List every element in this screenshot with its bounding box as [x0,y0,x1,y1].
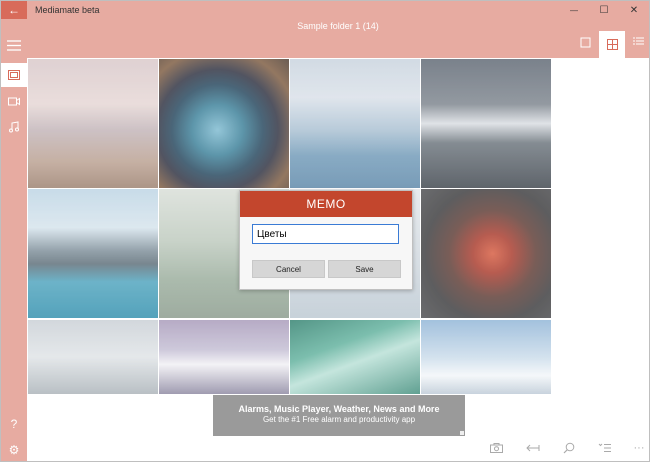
photo-tile[interactable] [421,59,551,188]
photo-tile[interactable] [159,59,289,188]
search-button[interactable] [559,438,579,458]
save-button[interactable]: Save [328,260,401,278]
page-header: Sample folder 1 (14) [27,19,649,58]
sidebar-item-photos[interactable] [1,63,27,87]
photo-tile[interactable] [421,189,551,318]
photo-tile[interactable] [290,320,420,394]
photo-tile[interactable] [421,320,551,394]
ad-banner[interactable]: Alarms, Music Player, Weather, News and … [213,395,465,436]
sidebar: ? ⚙ [1,19,27,461]
app-window: ← Mediamate beta — ☐ ✕ Sample folder 1 (… [0,0,650,462]
app-title: Mediamate beta [35,5,100,15]
minimize-button[interactable]: — [559,1,589,19]
photo-tile[interactable] [28,320,158,394]
memo-input[interactable] [252,224,399,244]
view-list-button[interactable] [627,31,649,53]
search-icon [563,442,575,454]
view-single-button[interactable] [574,31,596,53]
view-grid-button[interactable] [599,31,625,58]
window-controls: — ☐ ✕ [559,1,649,19]
photo-tile[interactable] [28,189,158,318]
cancel-button[interactable]: Cancel [252,260,325,278]
memo-dialog: MEMO Cancel Save [239,190,413,290]
photo-tile[interactable] [28,59,158,188]
maximize-button[interactable]: ☐ [589,1,619,19]
title-bar: ← Mediamate beta — ☐ ✕ [1,1,649,19]
maximize-icon: ☐ [599,4,609,16]
minimize-icon: — [570,5,578,15]
gear-icon: ⚙ [8,443,20,457]
ad-title: Alarms, Music Player, Weather, News and … [238,404,440,414]
help-icon: ? [10,417,18,431]
grid-icon [606,39,618,50]
back-arrow-icon: ← [8,3,20,17]
sort-list-icon [598,443,611,452]
close-icon: ✕ [629,4,639,16]
more-button[interactable]: ··· [629,438,649,458]
video-icon [8,97,20,105]
menu-button[interactable] [1,33,27,57]
sort-button[interactable] [594,438,614,458]
square-icon [580,37,590,47]
camera-button[interactable] [486,438,506,458]
photos-icon [8,70,20,80]
back-button[interactable]: ← [1,1,27,19]
fit-width-button[interactable] [523,438,543,458]
help-button[interactable]: ? [1,412,27,436]
ad-info-icon[interactable] [460,431,464,435]
sidebar-item-music[interactable] [1,115,27,139]
sidebar-item-video[interactable] [1,89,27,113]
music-icon [9,121,19,133]
memo-dialog-title: MEMO [240,191,412,217]
hamburger-icon [7,39,21,51]
list-icon [632,37,644,45]
fit-width-icon [526,444,540,452]
camera-icon [489,443,503,453]
close-button[interactable]: ✕ [619,1,649,19]
settings-button[interactable]: ⚙ [1,438,27,461]
ad-subtitle: Get the #1 Free alarm and productivity a… [262,415,416,424]
more-icon: ··· [633,442,645,454]
folder-title: Sample folder 1 (14) [297,21,379,31]
photo-tile[interactable] [290,59,420,188]
photo-tile[interactable] [159,320,289,394]
